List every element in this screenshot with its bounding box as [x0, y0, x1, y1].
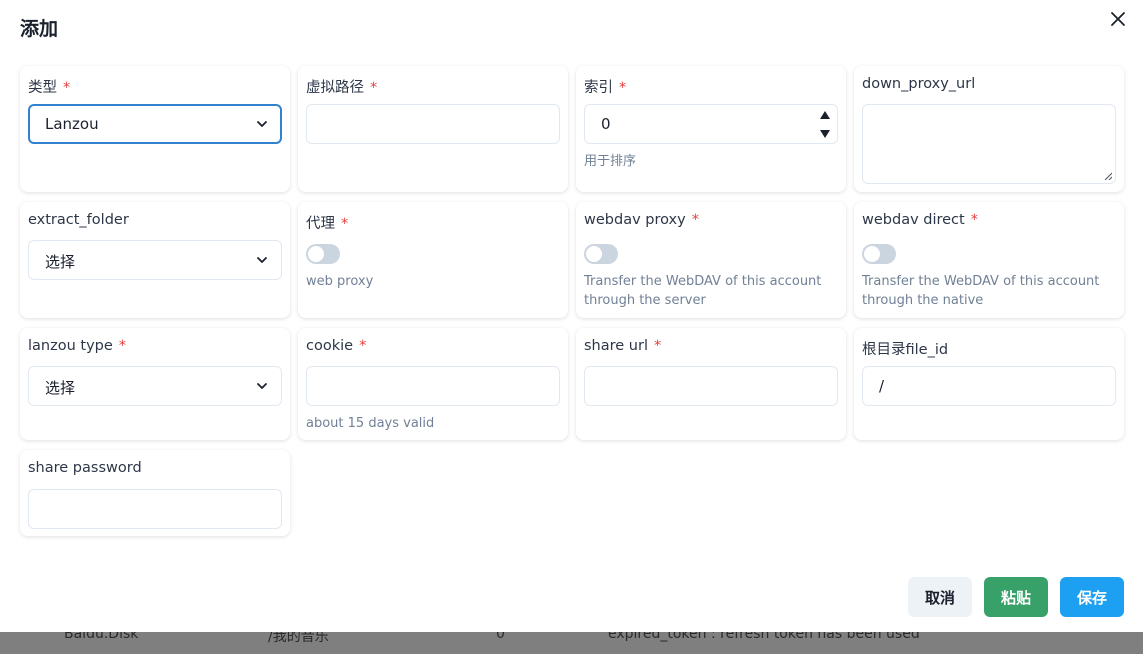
- chevron-down-icon: [257, 121, 267, 127]
- required-mark: *: [341, 216, 349, 232]
- cancel-button[interactable]: 取消: [908, 577, 972, 617]
- order-stepper: [813, 105, 837, 143]
- webdav-direct-helper-text: Transfer the WebDAV of this account thro…: [862, 274, 1100, 308]
- required-mark: *: [370, 80, 378, 96]
- field-webdav-proxy: webdav proxy * Transfer the WebDAV of thi…: [576, 202, 846, 318]
- order-value: 0: [601, 115, 611, 133]
- root-folder-id-input[interactable]: /: [862, 366, 1116, 406]
- webdav-proxy-label: webdav proxy: [584, 212, 686, 228]
- extract-folder-select[interactable]: 选择: [28, 240, 282, 280]
- field-webdav-direct: webdav direct * Transfer the WebDAV of th…: [854, 202, 1124, 318]
- add-storage-modal: 添加 类型 * Lanzou 虚拟路径 * 索引 * 0 用于排序 down_p…: [0, 0, 1143, 632]
- down-proxy-url-label: down_proxy_url: [862, 76, 976, 92]
- share-password-input[interactable]: [28, 489, 282, 529]
- webdav-direct-label: webdav direct: [862, 212, 965, 228]
- save-button[interactable]: 保存: [1060, 577, 1124, 617]
- required-mark: *: [63, 80, 71, 96]
- field-extract-folder: extract_folder 选择: [20, 202, 290, 318]
- field-down-proxy-url: down_proxy_url: [854, 66, 1124, 192]
- required-mark: *: [118, 338, 127, 354]
- required-mark: *: [653, 338, 662, 354]
- type-label: 类型: [28, 80, 57, 96]
- order-helper-text: 用于排序: [584, 154, 637, 169]
- close-button[interactable]: [1107, 8, 1129, 30]
- field-cookie: cookie * about 15 days valid: [298, 328, 568, 440]
- close-icon: [1111, 12, 1125, 26]
- chevron-down-icon: [257, 257, 267, 263]
- toggle-knob: [308, 246, 324, 262]
- lanzou-type-value: 选择: [45, 379, 76, 397]
- webdav-proxy-toggle[interactable]: [584, 244, 618, 264]
- cookie-helper-text: about 15 days valid: [306, 416, 435, 431]
- field-root-folder-id: 根目录file_id /: [854, 328, 1124, 440]
- down-proxy-url-textarea[interactable]: [862, 104, 1116, 184]
- toggle-knob: [586, 246, 602, 262]
- share-password-label: share password: [28, 460, 142, 476]
- proxy-helper-text: web proxy: [306, 274, 374, 289]
- lanzou-type-select[interactable]: 选择: [28, 366, 282, 406]
- triangle-up-icon: [820, 110, 830, 119]
- root-folder-id-value: /: [879, 377, 885, 395]
- modal-title: 添加: [20, 18, 59, 40]
- proxy-toggle[interactable]: [306, 244, 340, 264]
- chevron-down-icon: [257, 383, 267, 389]
- decrement-button[interactable]: [813, 124, 837, 143]
- share-url-input[interactable]: [584, 366, 838, 406]
- webdav-direct-toggle[interactable]: [862, 244, 896, 264]
- paste-button[interactable]: 粘贴: [984, 577, 1048, 617]
- cookie-label: cookie: [306, 338, 354, 354]
- mount-path-input[interactable]: [306, 104, 560, 144]
- triangle-down-icon: [820, 129, 830, 138]
- share-url-label: share url: [584, 338, 648, 354]
- increment-button[interactable]: [813, 105, 837, 124]
- resize-handle-icon[interactable]: [1104, 172, 1112, 180]
- required-mark: *: [691, 212, 699, 228]
- field-lanzou-type: lanzou type * 选择: [20, 328, 290, 440]
- field-order: 索引 * 0 用于排序: [576, 66, 846, 192]
- extract-folder-value: 选择: [45, 253, 76, 271]
- mount-path-label: 虚拟路径: [306, 80, 364, 96]
- toggle-knob: [864, 246, 880, 262]
- required-mark: *: [970, 212, 978, 228]
- field-proxy: 代理 * web proxy: [298, 202, 568, 318]
- extract-folder-label: extract_folder: [28, 212, 129, 228]
- order-label: 索引: [584, 80, 613, 96]
- field-mount-path: 虚拟路径 *: [298, 66, 568, 192]
- field-share-password: share password: [20, 450, 290, 536]
- cookie-input[interactable]: [306, 366, 560, 406]
- lanzou-type-label: lanzou type: [28, 338, 113, 354]
- field-type: 类型 * Lanzou: [20, 66, 290, 192]
- order-number-input[interactable]: 0: [584, 104, 838, 144]
- webdav-proxy-helper-text: Transfer the WebDAV of this account thro…: [584, 274, 822, 308]
- proxy-label: 代理: [306, 216, 335, 232]
- required-mark: *: [619, 80, 627, 96]
- type-select-value: Lanzou: [45, 115, 99, 133]
- type-select[interactable]: Lanzou: [28, 104, 282, 144]
- root-folder-id-label: 根目录file_id: [862, 342, 949, 358]
- required-mark: *: [359, 338, 367, 354]
- field-share-url: share url *: [576, 328, 846, 440]
